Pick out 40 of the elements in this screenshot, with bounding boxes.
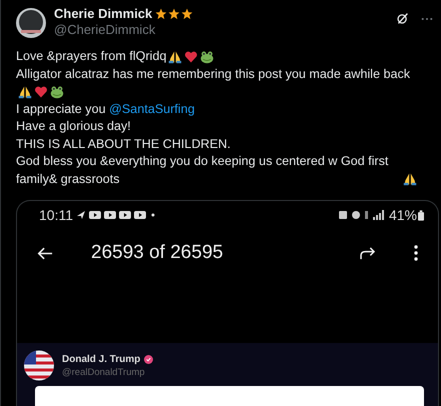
video-icon [119, 210, 131, 220]
post-author-handle: @realDonaldTrump [62, 366, 146, 378]
praying-hands-icon [18, 84, 32, 98]
tweet-text: Have a glorious day! [16, 118, 131, 135]
post-author-name: Donald J. Trump [62, 354, 140, 364]
tweet-text: THIS IS ALL ABOUT THE CHILDREN. [16, 136, 231, 152]
verified-badge-icon [144, 354, 154, 364]
more-icon[interactable] [421, 17, 433, 21]
praying-hands-icon [168, 50, 182, 64]
praying-hands-icon [403, 172, 417, 186]
kebab-menu-icon[interactable] [414, 245, 418, 261]
avatar[interactable] [16, 8, 46, 38]
star-icon [181, 8, 194, 20]
frog-icon [50, 84, 64, 98]
star-icon [168, 8, 180, 20]
video-icon [134, 210, 146, 220]
author-handle[interactable]: @CherieDimmick [54, 22, 194, 37]
status-time: 10:11 [39, 207, 73, 223]
tweet-text: God bless you &everything you do keeping us centered w God first family& grassroots [16, 153, 390, 188]
slash-circle-icon[interactable] [396, 12, 409, 25]
battery-level: 41% [388, 207, 417, 223]
frog-icon [200, 50, 214, 64]
mention-link[interactable]: @SantaSurfing [109, 102, 195, 116]
send-icon [76, 210, 86, 220]
battery-icon [418, 210, 424, 220]
avatar [24, 350, 54, 381]
star-icon [155, 8, 168, 20]
signal-icon [372, 210, 385, 220]
message-counter: 26593 of 26595 [91, 242, 224, 264]
forward-arrow-icon[interactable] [359, 246, 376, 260]
video-icon [89, 210, 101, 220]
heart-icon [34, 84, 48, 98]
tweet-text: I appreciate you @SantaSurfing [16, 100, 195, 118]
tweet-text: Love &prayers from flQridq [16, 48, 166, 65]
dot-icon [151, 213, 155, 217]
tweet-text: Alligator alcatraz has me remembering this post you made awhile back [16, 66, 410, 83]
heart-icon [184, 50, 198, 64]
video-icon [104, 210, 116, 220]
author-name[interactable]: Cherie Dimmick [54, 6, 152, 21]
back-arrow-icon[interactable] [37, 246, 53, 260]
